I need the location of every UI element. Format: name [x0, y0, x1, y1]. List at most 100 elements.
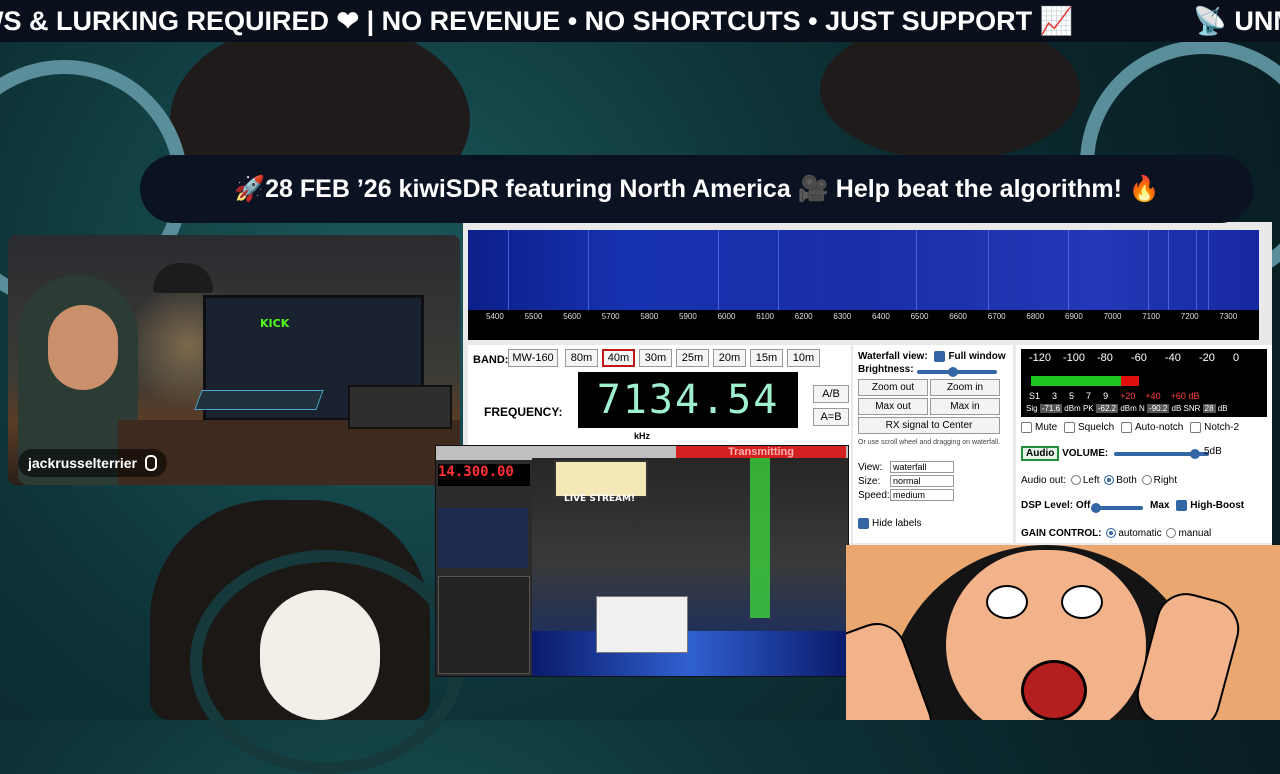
pk-label: PK — [1082, 404, 1094, 413]
out-right-radio[interactable] — [1141, 475, 1152, 486]
speed-select[interactable]: medium — [890, 489, 954, 501]
smeter-tick: -20 — [1199, 352, 1215, 364]
freq-tick-label: 6600 — [949, 312, 967, 321]
snr-unit: dB — [1217, 404, 1228, 413]
band-button-10m[interactable]: 10m — [787, 349, 820, 367]
signal-trace — [1068, 230, 1069, 310]
zoom-in-button[interactable]: Zoom in — [930, 379, 1000, 396]
dsp-row: DSP Level: Off — [1021, 500, 1090, 511]
autonotch-checkbox[interactable] — [1120, 422, 1132, 433]
freq-tick-label: 6200 — [794, 312, 813, 321]
gain-auto-radio[interactable] — [1106, 528, 1117, 539]
notch2-label: Notch-2 — [1204, 422, 1240, 434]
sdr-software-window: 14.300.00 Transmitting LIVE STREAM! — [435, 445, 849, 677]
smeter-s-unit: 7 — [1086, 391, 1092, 401]
ticker-text: WS & LURKING REQUIRED ❤ | NO REVENUE • N… — [0, 6, 1074, 36]
mute-checkbox[interactable] — [1021, 422, 1032, 433]
max-in-button[interactable]: Max in — [930, 398, 1000, 415]
s-meter: S1 3 5 7 9 +20 +40 +60 dB Sig -71.6 dBm PK -62.… — [1021, 349, 1267, 417]
waterfall-display[interactable] — [468, 230, 1259, 310]
transmitting-indicator: Transmitting — [676, 446, 846, 458]
sig-label: Sig — [1026, 404, 1038, 413]
freq-tick-label: 5800 — [640, 312, 659, 321]
full-window-label: Full window — [948, 351, 1006, 363]
smeter-tick: -40 — [1165, 352, 1181, 364]
hide-labels-checkbox[interactable] — [858, 518, 869, 529]
signal-trace — [1148, 230, 1149, 310]
rx-center-button[interactable]: RX signal to Center — [858, 417, 1000, 434]
dsp-label: DSP Level: — [1021, 500, 1074, 511]
volume-value: 5dB — [1204, 446, 1222, 457]
freq-tick-label: 5500 — [524, 312, 543, 321]
brightness-label: Brightness: — [858, 364, 914, 375]
freq-tick-label: 5400 — [486, 312, 504, 321]
autonotch-label: Auto-notch — [1134, 422, 1184, 434]
full-window-checkbox[interactable] — [934, 351, 946, 362]
out-both-radio[interactable] — [1104, 475, 1115, 486]
username: jackrusselterrier — [28, 455, 137, 471]
frequency-unit: kHz — [634, 431, 651, 441]
volume-slider-knob[interactable] — [1189, 449, 1200, 459]
band-button-80m[interactable]: 80m — [565, 349, 598, 367]
band-button-mw-160[interactable]: MW-160 — [508, 349, 558, 367]
woman-eye-left — [986, 585, 1028, 619]
smeter-plus-unit: +60 dB — [1170, 391, 1200, 401]
squelch-checkbox[interactable] — [1064, 422, 1076, 433]
sdr-mini-spectrum — [438, 508, 528, 568]
dsp-max-row: Max High-Boost — [1150, 500, 1244, 511]
sdr-waterfall[interactable] — [532, 631, 848, 676]
signal-trace — [508, 230, 509, 310]
volume-label: VOLUME: — [1062, 448, 1109, 459]
mic-icon — [144, 455, 157, 471]
dsp-off-label: Off — [1075, 500, 1091, 511]
noise-unit: dB — [1171, 404, 1182, 413]
smeter-tick: -120 — [1029, 352, 1052, 364]
sig-value: -71.6 — [1039, 404, 1063, 413]
notch2-checkbox[interactable] — [1190, 422, 1202, 433]
high-boost-label: High-Boost — [1190, 500, 1245, 512]
freq-tick-label: 5600 — [563, 312, 581, 321]
freq-tick-label: 5900 — [679, 312, 697, 321]
signal-trace — [718, 230, 719, 310]
hide-labels-row: Hide labels — [858, 518, 921, 529]
dsp-slider-knob[interactable] — [1091, 503, 1101, 513]
sdr-frequency[interactable]: 14.300.00 — [438, 464, 530, 486]
out-right-label: Right — [1153, 475, 1178, 486]
signal-trace — [588, 230, 589, 310]
ab-button[interactable]: A/B — [813, 385, 849, 403]
brightness-slider-knob[interactable] — [948, 367, 958, 377]
signal-trace — [916, 230, 917, 310]
mute-row: Mute Squelch Auto-notch Notch-2 — [1021, 422, 1239, 433]
smeter-tick: -60 — [1131, 352, 1147, 364]
squelch-label: Squelch — [1078, 422, 1115, 434]
zoom-out-button[interactable]: Zoom out — [858, 379, 928, 396]
band-button-15m[interactable]: 15m — [750, 349, 783, 367]
audio-out-row: Audio out: Left Both Right — [1021, 475, 1177, 486]
woman-mouth — [1021, 660, 1087, 720]
keyboard — [194, 390, 324, 410]
freq-tick-label: 6700 — [987, 312, 1006, 321]
audio-button[interactable]: Audio — [1021, 446, 1060, 461]
max-out-button[interactable]: Max out — [858, 398, 928, 415]
out-left-radio[interactable] — [1070, 475, 1081, 486]
a-equals-b-button[interactable]: A=B — [813, 408, 849, 426]
frequency-scale: 5400 5500 5600 5700 5800 5900 6000 6100 6200 6300… — [468, 310, 1259, 340]
pk-unit: dBm — [1120, 404, 1137, 413]
radio-gear — [348, 385, 452, 429]
high-boost-checkbox[interactable] — [1176, 500, 1188, 511]
band-button-25m[interactable]: 25m — [676, 349, 709, 367]
scrolling-ticker: WS & LURKING REQUIRED ❤ | NO REVENUE • N… — [0, 0, 1280, 42]
meter-readouts: Sig -71.6 dBm PK -62.2 dBm N -90.2 dB SN… — [1026, 404, 1228, 413]
band-button-20m[interactable]: 20m — [713, 349, 746, 367]
band-button-30m[interactable]: 30m — [639, 349, 672, 367]
gain-manual-radio[interactable] — [1166, 528, 1177, 539]
snr-value: 28 — [1202, 404, 1216, 413]
size-select[interactable]: normal — [890, 475, 954, 487]
band-button-40m[interactable]: 40m — [602, 349, 635, 367]
freq-tick-label: 7300 — [1219, 312, 1238, 321]
frequency-display[interactable]: 7134.54 — [578, 372, 798, 428]
live-stream-label: LIVE STREAM! — [564, 494, 636, 504]
ticker-text-next: 📡 UNMA — [1193, 6, 1280, 36]
view-select[interactable]: waterfall — [890, 461, 954, 473]
waterfall-view-row: Waterfall view: Full window — [858, 351, 1006, 362]
